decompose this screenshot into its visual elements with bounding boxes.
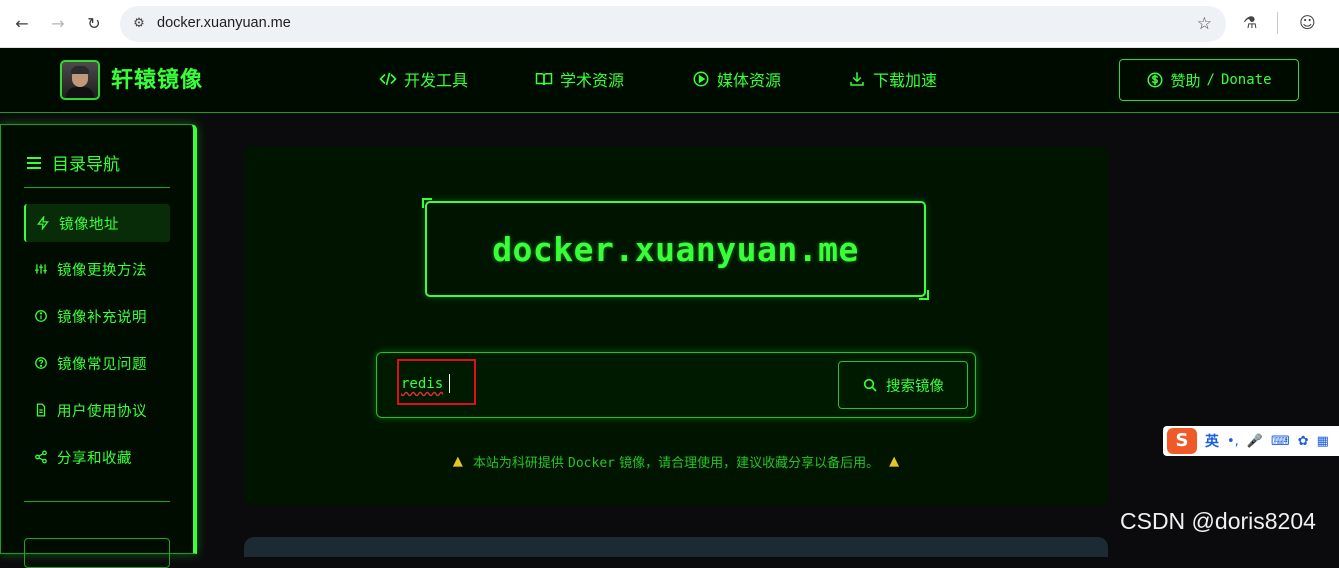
address-bar[interactable]: ⚙ docker.xuanyuan.me ☆	[120, 6, 1226, 42]
dollar-icon	[1147, 72, 1163, 88]
sidebar-item-label: 镜像补充说明	[57, 309, 147, 326]
sidebar-title-text: 目录导航	[52, 155, 120, 175]
highlight-box	[397, 359, 476, 405]
nav-label: 开发工具	[404, 71, 469, 90]
sidebar-item-label: 镜像地址	[59, 216, 119, 233]
sidebar: 目录导航 镜像地址 镜像更换方法 镜像补充说明 镜像常见问题 用户使用协议 分享…	[0, 124, 197, 568]
code-icon	[379, 72, 397, 86]
grid-menu-icon[interactable]: ▦	[1317, 434, 1329, 449]
watermark: CSDN @doris8204	[1120, 508, 1316, 534]
url-text[interactable]: docker.xuanyuan.me	[157, 15, 291, 31]
brand-title[interactable]: 轩辕镜像	[111, 62, 203, 94]
ime-mode-label[interactable]: 英	[1205, 431, 1219, 451]
labs-flask-icon[interactable]: ⚗	[1243, 13, 1257, 32]
corner-decoration	[919, 290, 929, 300]
reload-icon[interactable]: ↻	[82, 12, 106, 36]
nav-dev-tools[interactable]: 开发工具	[379, 67, 468, 91]
ime-toolbar: S 英 •, 🎤 ⌨ ✿ ▦	[1163, 426, 1339, 456]
info-icon	[35, 310, 47, 322]
notice-docker: Docker	[568, 456, 615, 471]
share-icon	[35, 450, 47, 464]
next-section-card	[244, 537, 1108, 557]
forward-icon[interactable]: →	[46, 12, 70, 36]
sidebar-item-notes[interactable]: 镜像补充说明	[24, 297, 170, 335]
toolbar-divider	[1277, 12, 1278, 34]
search-bar: redis 搜索镜像	[376, 352, 976, 418]
sidebar-title: 目录导航	[26, 150, 120, 175]
bookmark-star-icon[interactable]: ☆	[1197, 14, 1212, 34]
site-header: 轩辕镜像 开发工具 学术资源 媒体资源 下载加速 赞助 / Donate	[0, 48, 1339, 113]
donate-label-en: Donate	[1220, 72, 1272, 88]
skin-icon[interactable]: ✿	[1298, 434, 1309, 449]
sidebar-bottom-button[interactable]	[24, 538, 170, 568]
bolt-icon	[37, 216, 49, 230]
corner-decoration	[422, 198, 432, 208]
search-icon	[863, 378, 877, 392]
ime-punct-icon[interactable]: •,	[1227, 434, 1239, 449]
donate-separator: /	[1206, 72, 1215, 88]
sidebar-item-label: 镜像更换方法	[57, 262, 147, 279]
sogou-logo-icon[interactable]: S	[1167, 428, 1197, 454]
play-circle-icon	[693, 71, 709, 87]
book-icon	[535, 73, 553, 86]
back-icon[interactable]: ←	[10, 12, 34, 36]
donate-button[interactable]: 赞助 / Donate	[1119, 59, 1299, 101]
warning-icon: ▲	[452, 454, 463, 469]
sidebar-item-share[interactable]: 分享和收藏	[24, 438, 170, 476]
hero-domain-box: docker.xuanyuan.me	[422, 198, 929, 300]
nav-label: 下载加速	[873, 71, 938, 90]
sidebar-item-mirror-address[interactable]: 镜像地址	[24, 204, 170, 242]
main-panel: docker.xuanyuan.me redis 搜索镜像 ▲ 本站为科研提供 …	[244, 146, 1108, 505]
divider	[24, 187, 170, 188]
file-icon	[36, 403, 46, 417]
sidebar-item-user-agreement[interactable]: 用户使用协议	[24, 391, 170, 429]
notice-text: ▲ 本站为科研提供 Docker 镜像，请合理使用，建议收藏分享以备后用。 ▲	[244, 452, 1108, 471]
sidebar-item-change-method[interactable]: 镜像更换方法	[24, 250, 170, 288]
divider	[24, 501, 170, 502]
question-icon	[35, 357, 47, 369]
browser-toolbar: ← → ↻ ⚙ docker.xuanyuan.me ☆ ⚗ ☺	[0, 0, 1339, 48]
microphone-icon[interactable]: 🎤	[1247, 434, 1263, 449]
search-button[interactable]: 搜索镜像	[838, 361, 968, 409]
nav-download[interactable]: 下载加速	[848, 67, 937, 91]
donate-label-cn: 赞助	[1170, 71, 1201, 90]
sidebar-item-label: 分享和收藏	[57, 450, 132, 467]
nav-media[interactable]: 媒体资源	[692, 67, 781, 91]
profile-icon[interactable]: ☺	[1299, 13, 1316, 32]
keyboard-icon[interactable]: ⌨	[1271, 434, 1290, 449]
download-icon	[850, 72, 864, 86]
sidebar-item-faq[interactable]: 镜像常见问题	[24, 344, 170, 382]
notice-after: 镜像，请合理使用，建议收藏分享以备后用。	[619, 456, 880, 471]
menu-icon[interactable]	[26, 156, 42, 170]
avatar[interactable]	[60, 60, 100, 100]
warning-icon: ▲	[889, 454, 900, 469]
site-info-icon[interactable]: ⚙	[130, 15, 148, 33]
notice-before: 本站为科研提供	[472, 456, 564, 471]
sidebar-item-label: 用户使用协议	[57, 403, 147, 420]
nav-label: 媒体资源	[717, 71, 782, 90]
sliders-icon	[35, 264, 47, 274]
nav-label: 学术资源	[560, 71, 625, 90]
search-button-label: 搜索镜像	[886, 378, 944, 395]
sidebar-item-label: 镜像常见问题	[57, 356, 147, 373]
hero-domain: docker.xuanyuan.me	[492, 229, 859, 269]
nav-academic[interactable]: 学术资源	[535, 67, 624, 91]
